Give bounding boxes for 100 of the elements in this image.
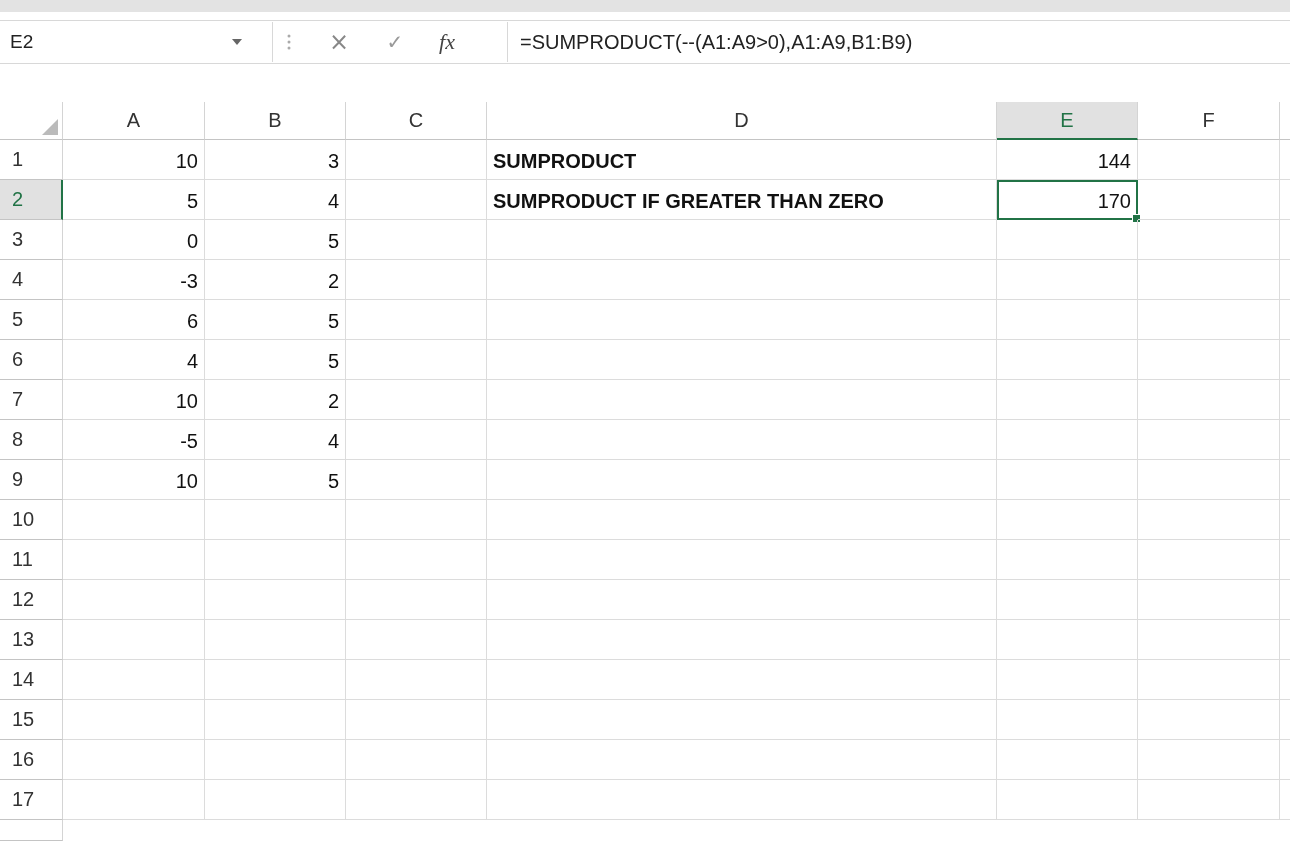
row-header[interactable]: 17 [0, 780, 63, 820]
table-cell[interactable] [1138, 460, 1280, 500]
table-cell[interactable] [346, 180, 487, 220]
table-cell[interactable]: 4 [205, 180, 346, 220]
table-cell[interactable] [1138, 380, 1280, 420]
column-header[interactable]: D [487, 102, 997, 140]
table-cell[interactable] [346, 340, 487, 380]
table-cell[interactable] [487, 420, 997, 460]
row-header[interactable]: 6 [0, 340, 63, 380]
table-cell[interactable] [346, 260, 487, 300]
table-cell[interactable]: 2 [205, 260, 346, 300]
table-cell[interactable]: 170 [997, 180, 1138, 220]
table-cell[interactable] [63, 660, 205, 700]
table-cell[interactable] [346, 780, 487, 820]
table-cell[interactable]: 4 [63, 340, 205, 380]
row-header[interactable]: 3 [0, 220, 63, 260]
table-cell[interactable] [997, 540, 1138, 580]
table-cell[interactable] [205, 740, 346, 780]
table-cell[interactable]: 10 [63, 140, 205, 180]
table-cell[interactable] [205, 780, 346, 820]
row-header[interactable]: 16 [0, 740, 63, 780]
table-cell[interactable] [487, 660, 997, 700]
table-cell[interactable] [346, 540, 487, 580]
table-cell[interactable] [997, 620, 1138, 660]
fill-handle[interactable] [1132, 214, 1141, 223]
table-cell[interactable]: SUMPRODUCT [487, 140, 997, 180]
row-header[interactable]: 9 [0, 460, 63, 500]
table-cell[interactable] [205, 700, 346, 740]
table-cell[interactable] [1138, 180, 1280, 220]
table-cell[interactable] [487, 580, 997, 620]
table-cell[interactable] [346, 500, 487, 540]
table-cell[interactable]: 144 [997, 140, 1138, 180]
row-header[interactable]: 7 [0, 380, 63, 420]
table-cell[interactable] [997, 580, 1138, 620]
table-cell[interactable] [346, 380, 487, 420]
table-cell[interactable]: 10 [63, 380, 205, 420]
table-cell[interactable] [997, 220, 1138, 260]
formula-field[interactable]: =SUMPRODUCT(--(A1:A9>0),A1:A9,B1:B9) [507, 22, 1290, 62]
row-header[interactable]: 4 [0, 260, 63, 300]
caret-icon[interactable] [232, 39, 242, 45]
name-box[interactable]: E2 [0, 22, 273, 62]
table-cell[interactable] [63, 500, 205, 540]
table-cell[interactable]: 2 [205, 380, 346, 420]
select-all-corner[interactable] [0, 102, 63, 140]
table-cell[interactable]: 5 [205, 220, 346, 260]
table-cell[interactable] [997, 300, 1138, 340]
table-cell[interactable] [997, 260, 1138, 300]
table-cell[interactable] [1138, 220, 1280, 260]
table-cell[interactable] [1138, 340, 1280, 380]
table-cell[interactable] [346, 460, 487, 500]
table-cell[interactable] [63, 700, 205, 740]
table-cell[interactable] [997, 780, 1138, 820]
table-cell[interactable] [487, 540, 997, 580]
table-cell[interactable] [346, 660, 487, 700]
table-cell[interactable] [1138, 260, 1280, 300]
table-cell[interactable]: 10 [63, 460, 205, 500]
table-cell[interactable] [487, 340, 997, 380]
table-cell[interactable] [346, 620, 487, 660]
table-cell[interactable]: 0 [63, 220, 205, 260]
table-cell[interactable] [346, 700, 487, 740]
table-cell[interactable] [997, 340, 1138, 380]
column-header[interactable]: B [205, 102, 346, 140]
table-cell[interactable] [346, 740, 487, 780]
table-cell[interactable] [1138, 140, 1280, 180]
table-cell[interactable] [1138, 300, 1280, 340]
row-header[interactable]: 11 [0, 540, 63, 580]
table-cell[interactable] [63, 620, 205, 660]
table-cell[interactable] [487, 300, 997, 340]
column-header[interactable]: E [997, 102, 1138, 140]
table-cell[interactable] [487, 460, 997, 500]
row-header[interactable]: 2 [0, 180, 63, 220]
table-cell[interactable] [1138, 540, 1280, 580]
table-cell[interactable] [487, 780, 997, 820]
table-cell[interactable]: 4 [205, 420, 346, 460]
table-cell[interactable] [997, 420, 1138, 460]
table-cell[interactable] [1138, 780, 1280, 820]
table-cell[interactable] [63, 780, 205, 820]
table-cell[interactable] [487, 740, 997, 780]
table-cell[interactable] [487, 700, 997, 740]
row-header[interactable] [0, 820, 63, 841]
table-cell[interactable] [997, 700, 1138, 740]
table-cell[interactable] [205, 620, 346, 660]
table-cell[interactable] [487, 500, 997, 540]
cancel-button[interactable]: × [311, 28, 367, 56]
table-cell[interactable] [346, 220, 487, 260]
table-cell[interactable] [1138, 660, 1280, 700]
table-cell[interactable] [346, 300, 487, 340]
table-cell[interactable] [997, 740, 1138, 780]
table-cell[interactable] [346, 580, 487, 620]
table-cell[interactable] [346, 420, 487, 460]
table-cell[interactable]: 5 [63, 180, 205, 220]
row-header[interactable]: 12 [0, 580, 63, 620]
table-cell[interactable] [1138, 580, 1280, 620]
insert-function-button[interactable]: fx [423, 29, 471, 55]
table-cell[interactable] [1138, 500, 1280, 540]
row-header[interactable]: 14 [0, 660, 63, 700]
table-cell[interactable] [487, 260, 997, 300]
row-header[interactable]: 10 [0, 500, 63, 540]
table-cell[interactable]: 3 [205, 140, 346, 180]
table-cell[interactable]: SUMPRODUCT IF GREATER THAN ZERO [487, 180, 997, 220]
